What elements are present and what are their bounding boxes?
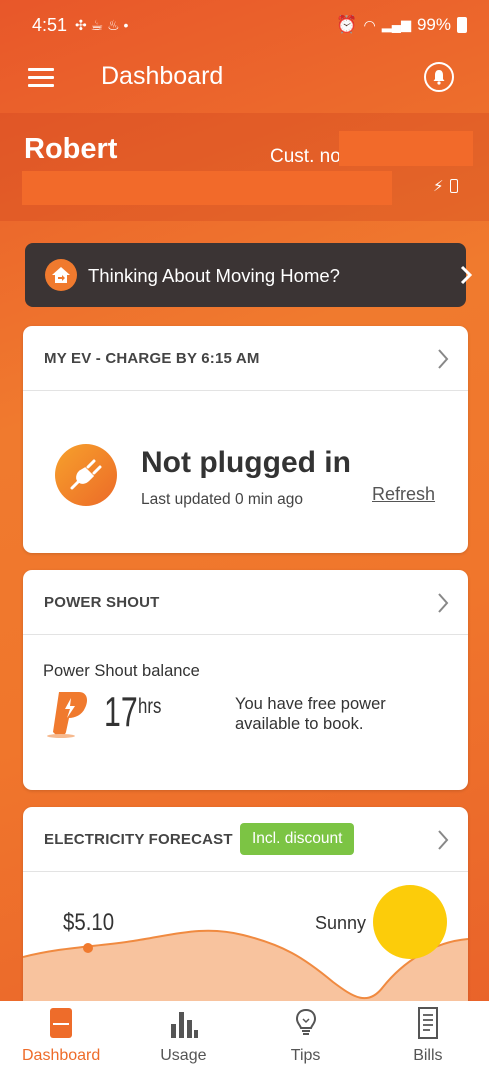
customer-name: Robert: [24, 133, 118, 165]
nav-label: Dashboard: [21, 1047, 101, 1064]
moving-house-icon: [45, 259, 77, 291]
nav-label: Usage: [160, 1047, 207, 1064]
nav-usage[interactable]: Usage: [122, 1001, 244, 1071]
moving-home-banner[interactable]: Thinking About Moving Home?: [25, 243, 473, 307]
nav-label: Bills: [413, 1047, 443, 1064]
bill-icon: [417, 1007, 438, 1039]
bottom-navigation: Dashboard Usage Tips Bills: [0, 1001, 489, 1071]
forecast-header[interactable]: ELECTRICITY FORECAST Incl. discount: [23, 807, 468, 872]
ev-status: Not plugged in: [141, 446, 351, 479]
moving-home-label: Thinking About Moving Home?: [88, 265, 340, 286]
page-title: Dashboard: [101, 62, 224, 90]
ev-card-title: MY EV - CHARGE BY 6:15 AM: [44, 350, 260, 367]
notification-icons: ✣ ☕ ♨ •: [75, 16, 129, 33]
discount-badge: Incl. discount: [240, 823, 355, 855]
customer-number-label: Cust. no: [270, 146, 341, 167]
status-time: 4:51: [32, 14, 68, 35]
app-bar: Dashboard: [0, 50, 489, 110]
ev-plug-icon: [55, 444, 117, 506]
power-shout-title: POWER SHOUT: [44, 594, 160, 611]
nav-label: Tips: [290, 1047, 321, 1064]
bar-chart-icon: [171, 1012, 199, 1038]
chevron-right-icon: [438, 830, 449, 850]
battery-icon: [457, 17, 467, 33]
power-shout-balance-label: Power Shout balance: [43, 662, 200, 680]
power-shout-note: You have free power available to book.: [235, 695, 386, 733]
nav-dashboard[interactable]: Dashboard: [0, 1001, 122, 1071]
battery-level: 99%: [416, 15, 451, 34]
account-header: Robert Cust. no ⚡: [0, 113, 489, 221]
wifi-icon: ◠: [363, 16, 376, 33]
power-shout-header[interactable]: POWER SHOUT: [23, 570, 468, 635]
dashboard-icon: [50, 1008, 73, 1038]
status-bar: 4:51 ✣ ☕ ♨ • ⏰ ◠ ▂▄▆ 99%: [0, 0, 489, 50]
alarm-icon: ⏰: [336, 15, 358, 34]
signal-icon: ▂▄▆: [381, 17, 411, 32]
power-shout-logo-icon: [47, 692, 87, 738]
ev-card: MY EV - CHARGE BY 6:15 AM Not plugged in…: [23, 326, 468, 553]
nav-tips[interactable]: Tips: [245, 1001, 367, 1071]
power-shout-card: POWER SHOUT Power Shout balance 17 hrs Y…: [23, 570, 468, 790]
forecast-weather: Sunny: [315, 913, 367, 933]
lightning-icon: ⚡: [433, 178, 444, 195]
chevron-right-icon: [438, 593, 449, 613]
power-shout-hours-unit: hrs: [138, 695, 162, 718]
customer-number-redacted: [339, 131, 473, 166]
sun-icon: [373, 885, 447, 959]
meter-icon: [449, 179, 458, 193]
ev-card-header[interactable]: MY EV - CHARGE BY 6:15 AM: [23, 326, 468, 391]
nav-bills[interactable]: Bills: [367, 1001, 489, 1071]
power-shout-hours: 17: [104, 688, 138, 735]
address-redacted: [22, 171, 392, 205]
forecast-title: ELECTRICITY FORECAST: [44, 831, 233, 848]
refresh-link[interactable]: Refresh: [372, 484, 435, 505]
ev-last-updated: Last updated 0 min ago: [141, 491, 304, 508]
forecast-price: $5.10: [63, 909, 115, 936]
meter-icons: ⚡: [433, 177, 458, 195]
lightbulb-icon: [295, 1008, 316, 1035]
chevron-right-icon: [438, 349, 449, 369]
notifications-bell-icon[interactable]: [424, 62, 454, 92]
chevron-right-icon: [460, 265, 473, 285]
menu-icon[interactable]: [28, 68, 54, 88]
